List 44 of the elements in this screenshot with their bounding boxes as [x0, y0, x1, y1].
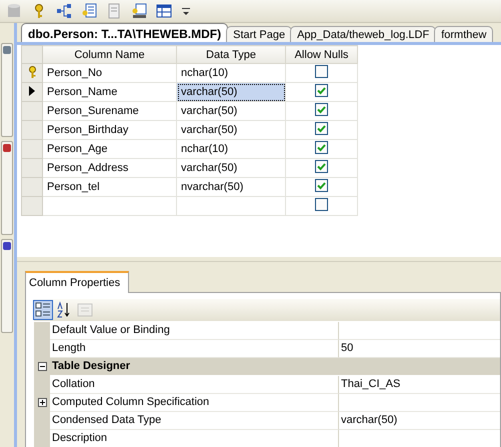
- column-name-cell[interactable]: Person_Surename: [42, 102, 176, 120]
- checked-checkbox-icon[interactable]: [315, 179, 328, 192]
- category-header[interactable]: Table Designer: [50, 358, 500, 375]
- property-name: Condensed Data Type: [50, 412, 339, 430]
- table-icon[interactable]: [156, 3, 172, 19]
- column-name-cell[interactable]: Person_tel: [42, 178, 176, 196]
- property-name: Computed Column Specification: [50, 394, 339, 412]
- property-value[interactable]: Thai_CI_AS: [339, 376, 500, 394]
- property-name: Collation: [50, 376, 339, 394]
- column-header[interactable]: Column Name: [42, 46, 176, 64]
- document-tab[interactable]: Start Page: [226, 26, 292, 42]
- checked-checkbox-icon[interactable]: [315, 141, 328, 154]
- data-type-cell[interactable]: varchar(50): [176, 120, 286, 140]
- data-type-cell[interactable]: varchar(50): [176, 82, 286, 102]
- categorized-icon[interactable]: [34, 301, 52, 319]
- overflow-chevron-icon[interactable]: [181, 5, 191, 17]
- checked-checkbox-icon[interactable]: [315, 160, 328, 173]
- data-type-cell[interactable]: nchar(10): [176, 140, 286, 158]
- document-tab[interactable]: App_Data/theweb_log.LDF: [290, 26, 436, 42]
- data-type-cell[interactable]: varchar(50): [176, 158, 286, 178]
- collapse-icon[interactable]: [38, 362, 46, 371]
- column-header[interactable]: Data Type: [176, 46, 286, 64]
- checkbox-icon[interactable]: [315, 65, 328, 78]
- column-name-cell[interactable]: Person_Birthday: [42, 120, 176, 140]
- column-name-cell[interactable]: Person_No: [42, 64, 176, 82]
- data-type-cell[interactable]: varchar(50): [176, 102, 286, 120]
- panel-tab[interactable]: Column Properties: [25, 271, 130, 293]
- document-tab[interactable]: formthew: [434, 26, 494, 42]
- index-key-icon[interactable]: [81, 3, 97, 19]
- column-name-cell[interactable]: Person_Age: [42, 140, 176, 158]
- property-name: Description: [50, 430, 339, 447]
- checkbox-icon[interactable]: [315, 198, 328, 211]
- checked-checkbox-icon[interactable]: [315, 103, 328, 116]
- column-name-cell[interactable]: Person_Name: [42, 82, 176, 102]
- column-name-cell[interactable]: Person_Address: [42, 158, 176, 178]
- expand-icon[interactable]: [38, 398, 46, 407]
- relationship-icon[interactable]: [56, 3, 72, 19]
- document-tab[interactable]: dbo.Person: T...TA\THEWEB.MDF): [21, 23, 228, 42]
- checked-checkbox-icon[interactable]: [315, 84, 328, 97]
- data-type-cell[interactable]: nvarchar(50): [176, 178, 286, 196]
- property-value[interactable]: varchar(50): [339, 412, 500, 430]
- column-header[interactable]: Allow Nulls: [286, 46, 358, 64]
- property-name: Default Value or Binding: [50, 322, 339, 340]
- checked-checkbox-icon[interactable]: [315, 122, 328, 135]
